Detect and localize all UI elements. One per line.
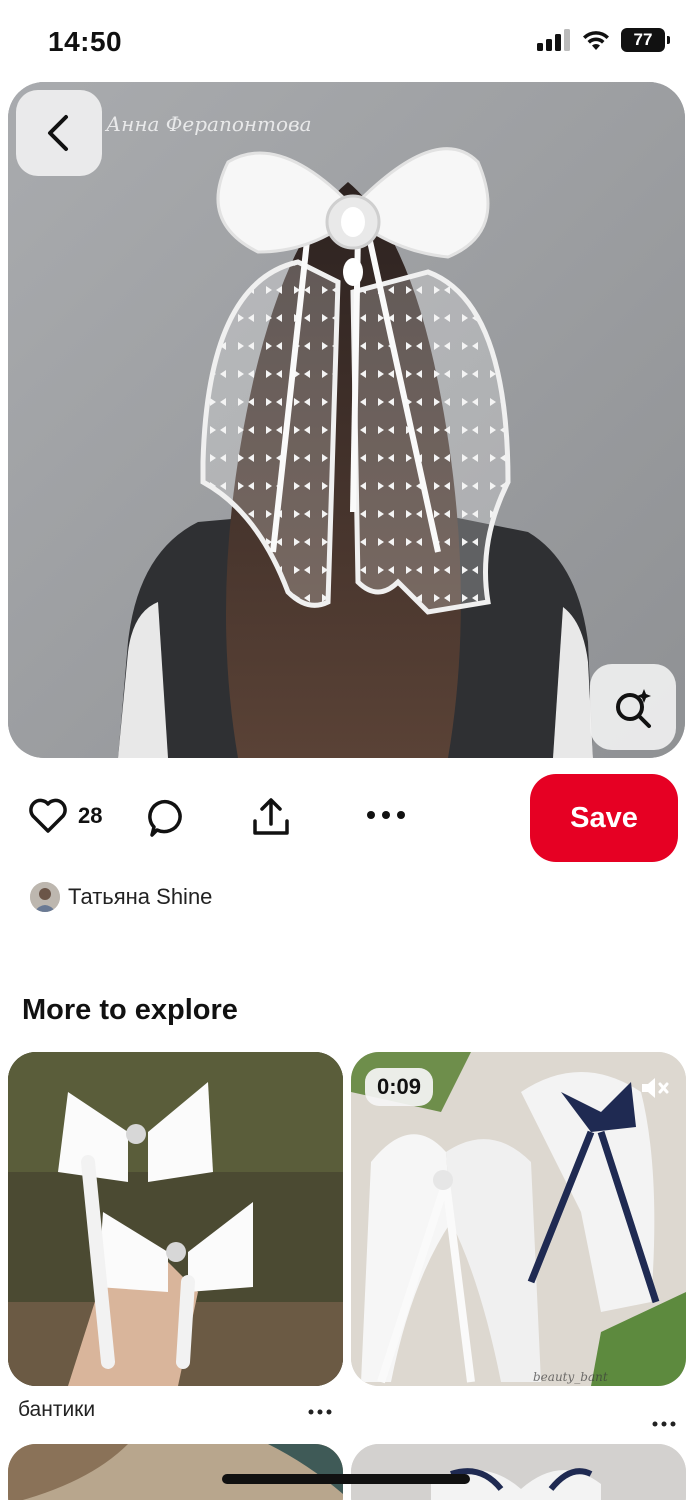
mute-button[interactable] (640, 1074, 670, 1107)
comment-button[interactable] (148, 798, 188, 838)
status-time: 14:50 (48, 26, 123, 57)
card-more-button[interactable] (308, 1394, 332, 1422)
avatar (30, 882, 60, 912)
comment-icon (148, 799, 182, 837)
cellular-signal-icon (537, 29, 570, 51)
more-to-explore-title: More to explore (22, 994, 238, 1026)
pin-photo (8, 82, 685, 758)
muted-speaker-icon (642, 1078, 669, 1098)
home-indicator (222, 1474, 470, 1484)
card-watermark: beauty_bant (533, 1370, 608, 1384)
explore-video-card[interactable]: 0:09 beauty_bant (351, 1052, 686, 1386)
author-name: Татьяна Shine (68, 884, 213, 909)
visual-search-icon (616, 689, 651, 728)
back-button[interactable] (16, 90, 102, 176)
save-button[interactable]: Save (530, 774, 678, 862)
share-button[interactable] (250, 796, 292, 838)
more-icon (308, 1409, 332, 1415)
battery-indicator: 77 (621, 28, 670, 52)
chevron-left-icon (48, 115, 68, 151)
pin-author[interactable]: Татьяна Shine (30, 882, 212, 912)
pin-watermark: Анна Ферапонтова (106, 112, 312, 136)
pin-thumbnail (8, 1052, 343, 1386)
more-options-button[interactable] (366, 810, 406, 820)
heart-icon (29, 798, 67, 833)
card-more-button[interactable] (652, 1406, 676, 1434)
wifi-icon (583, 31, 609, 50)
pin-actions: 28 Save (0, 772, 693, 864)
share-icon (253, 798, 289, 835)
explore-pin-card[interactable] (8, 1444, 343, 1500)
video-duration-badge: 0:09 (365, 1068, 434, 1106)
pin-thumbnail (8, 1444, 343, 1500)
status-bar: 14:50 77 (0, 0, 693, 80)
explore-pin-card[interactable] (351, 1444, 686, 1500)
like-count: 28 (78, 803, 103, 828)
visual-search-button[interactable] (590, 664, 676, 750)
pin-thumbnail (351, 1444, 686, 1500)
status-icons: 77 (537, 28, 670, 52)
explore-pin-card[interactable] (8, 1052, 343, 1386)
more-icon (367, 811, 405, 819)
like-button[interactable]: 28 (28, 798, 102, 834)
explore-card-caption: бантики (18, 1398, 96, 1421)
pin-image[interactable]: Анна Ферапонтова (8, 82, 685, 758)
more-icon (652, 1421, 676, 1427)
